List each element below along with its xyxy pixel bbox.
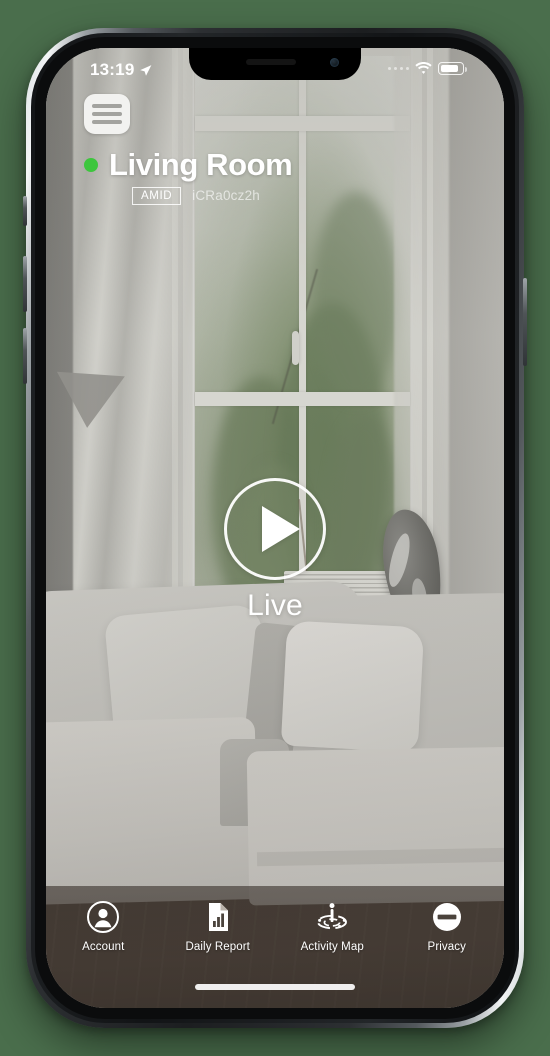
- activity-radar-person-icon: [315, 900, 349, 934]
- tab-label: Account: [82, 941, 125, 953]
- device-id-label: iCRa0cz2h: [192, 188, 260, 204]
- volume-down-button[interactable]: [23, 328, 27, 384]
- live-label: Live: [247, 589, 303, 622]
- device-meta-row: AMID iCRa0cz2h: [132, 187, 504, 205]
- play-triangle: [261, 506, 300, 552]
- battery-icon: [438, 62, 467, 75]
- status-badge: [84, 158, 98, 172]
- tab-daily-report[interactable]: Daily Report: [161, 900, 276, 953]
- status-bar-time: 13:19: [90, 60, 135, 79]
- front-camera: [330, 58, 339, 67]
- phone-screen: 13:19 Living Room AMID iCRa0cz2h Live Ac…: [46, 48, 504, 1008]
- play-icon[interactable]: [224, 478, 326, 580]
- tab-activity-map[interactable]: Activity Map: [275, 900, 390, 953]
- app-header: Living Room AMID iCRa0cz2h: [46, 94, 504, 205]
- wifi-icon: [415, 62, 432, 74]
- tab-label: Privacy: [427, 941, 466, 953]
- hamburger-menu-icon[interactable]: [84, 94, 130, 134]
- status-bar-time-group: 13:19: [90, 60, 152, 80]
- phone-notch: [189, 48, 361, 80]
- home-indicator[interactable]: [195, 984, 355, 990]
- amid-badge: AMID: [132, 187, 182, 205]
- tab-label: Daily Report: [185, 941, 250, 953]
- room-title-row: Living Room: [84, 147, 504, 183]
- volume-up-button[interactable]: [23, 256, 27, 312]
- no-entry-minus-circle-icon: [430, 900, 464, 934]
- earpiece-speaker: [246, 59, 296, 65]
- account-person-circle-icon: [86, 900, 120, 934]
- tab-account[interactable]: Account: [46, 900, 161, 953]
- phone-device: 13:19 Living Room AMID iCRa0cz2h Live Ac…: [23, 28, 527, 1028]
- tab-privacy[interactable]: Privacy: [390, 900, 505, 953]
- status-bar-indicators: [387, 62, 467, 75]
- live-play-button[interactable]: Live: [46, 478, 504, 623]
- page-title: Living Room: [109, 147, 293, 182]
- silent-switch[interactable]: [23, 196, 27, 226]
- location-arrow-icon: [140, 64, 152, 76]
- power-button[interactable]: [523, 278, 527, 366]
- tab-label: Activity Map: [300, 941, 364, 953]
- document-bar-chart-icon: [201, 900, 235, 934]
- signal-dots-icon: [387, 66, 409, 71]
